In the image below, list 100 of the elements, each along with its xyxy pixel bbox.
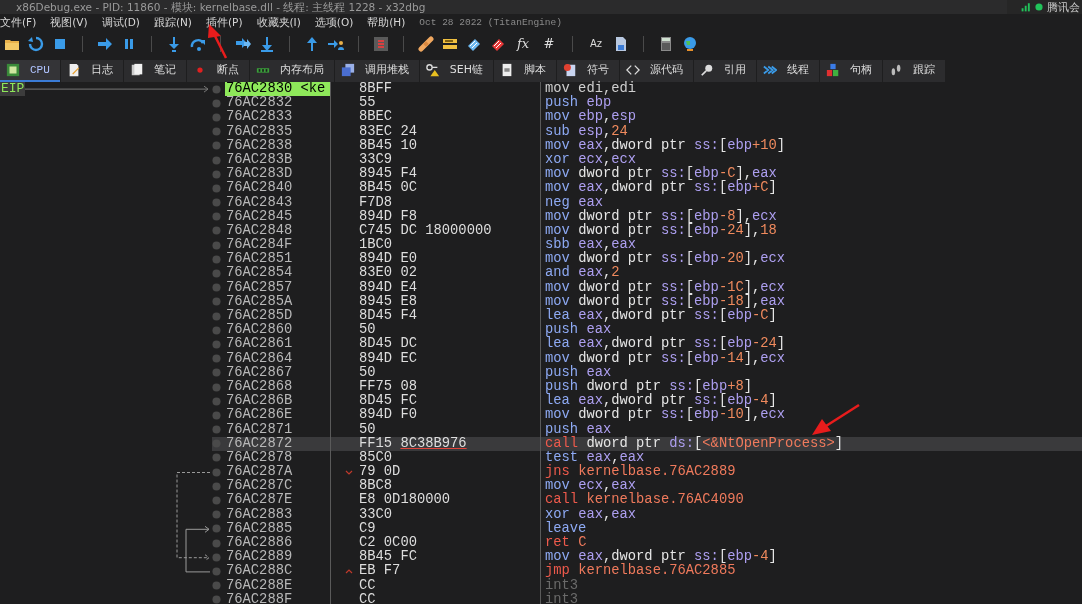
tab[interactable]: 内存布局 [249,60,334,82]
breakpoint-dot[interactable] [212,112,221,122]
code-row[interactable]: 76AC2885 C9 leave [212,521,1082,536]
menu-item[interactable]: 插件(P) [205,14,243,31]
breakpoint-dot[interactable] [212,439,221,449]
breakpoint-dot[interactable] [212,467,221,477]
code-row[interactable]: 76AC287A 79 0D jns kernelbase.76AC2889 [212,465,1082,480]
toolbar-button[interactable]: fx [514,36,532,52]
run-arrow-icon[interactable] [97,36,113,52]
breakpoint-dot[interactable] [212,396,221,406]
breakpoint-dot[interactable] [212,169,221,179]
stop-icon[interactable] [52,36,68,52]
step-down-icon[interactable] [259,36,275,52]
menu-item[interactable]: 调试(D) [101,14,140,31]
breakpoint-dot[interactable] [212,269,221,279]
code-row[interactable]: 76AC288E CC int3 [212,578,1082,593]
breakpoint-dot[interactable] [212,552,221,562]
breakpoint-dot[interactable] [212,297,221,307]
code-row[interactable]: 76AC2845 894D F8 mov dword ptr ss:[ebp-8],ecx [212,209,1082,224]
breakpoint-dot[interactable] [212,212,221,222]
up-arrow-icon[interactable] [304,36,320,52]
breakpoint-dot[interactable] [212,581,221,591]
breakpoint-dot[interactable] [212,325,221,335]
code-row[interactable]: 76AC2861 8D45 DC lea eax,dword ptr ss:[ebp-24] [212,337,1082,352]
breakpoint-dot[interactable] [212,226,221,236]
menu-item[interactable]: 文件(F) [0,14,37,31]
tab[interactable]: 符号 [557,60,620,82]
tab[interactable]: 调用堆栈 [334,60,419,82]
globe-icon[interactable] [682,36,698,52]
breakpoint-dot[interactable] [212,240,221,250]
bookmark-icon[interactable] [490,36,506,52]
menu-item[interactable]: 选项(O) [314,14,354,31]
code-row[interactable]: 76AC286E 894D F0 mov dword ptr ss:[ebp-10],ecx [212,408,1082,423]
breakpoint-dot[interactable] [212,155,221,165]
toolbar-button[interactable]: Aᴢ [587,36,605,52]
breakpoint-dot[interactable] [212,481,221,491]
code-row[interactable]: 76AC2835 83EC 24 sub esp,24 [212,124,1082,139]
bandage-icon[interactable] [418,36,434,52]
tab[interactable]: 句柄 [820,60,883,82]
breakpoint-dot[interactable] [212,183,221,193]
tab[interactable]: CPU [0,60,60,82]
step-over-icon[interactable] [190,36,206,52]
breakpoint-dot[interactable] [212,98,221,108]
breakpoint-dot[interactable] [212,339,221,349]
code-row[interactable]: 76AC2843 F7D8 neg eax [212,195,1082,210]
breakpoint-dot[interactable] [212,198,221,208]
menu-item[interactable]: 视图(V) [50,14,88,31]
breakpoint-dot[interactable] [212,510,221,520]
menu-item[interactable]: 帮助(H) [367,14,406,31]
menu-item[interactable]: 跟踪(N) [153,14,192,31]
code-row[interactable]: 76AC2867 50 push eax [212,365,1082,380]
breakpoint-dot[interactable] [212,141,221,151]
calculator-icon[interactable] [658,36,674,52]
code-row[interactable]: 76AC2854 83E0 02 and eax,2 [212,266,1082,281]
tab[interactable]: 跟踪 [883,60,946,82]
tab[interactable]: 笔记 [123,60,186,82]
tab[interactable]: 日志 [60,60,123,82]
breakpoint-dot[interactable] [212,453,221,463]
file-icon[interactable] [613,36,629,52]
code-row[interactable]: 76AC2857 894D E4 mov dword ptr ss:[ebp-1C],ecx [212,280,1082,295]
code-row[interactable]: 76AC2833 8BEC mov ebp,esp [212,110,1082,125]
breakpoint-dot[interactable] [212,524,221,534]
code-row[interactable]: 76AC2838 8B45 10 mov eax,dword ptr ss:[ebp+10] [212,138,1082,153]
breakpoint-dot[interactable] [212,283,221,293]
script-icon[interactable] [373,36,389,52]
code-row[interactable]: 76AC2840 8B45 0C mov eax,dword ptr ss:[ebp+C] [212,181,1082,196]
code-row[interactable]: 76AC285A 8945 E8 mov dword ptr ss:[ebp-18],eax [212,294,1082,309]
annotation-arrow [812,403,860,435]
code-row[interactable]: 76AC2871 50 push eax [212,422,1082,437]
tab[interactable]: 断点 [186,60,249,82]
breakpoint-dot[interactable] [212,368,221,378]
breakpoint-dot[interactable] [212,354,221,364]
breakpoint-dot[interactable] [212,84,221,94]
breakpoint-dot[interactable] [212,496,221,506]
breakpoint-dot[interactable] [212,382,221,392]
tag-icon[interactable] [466,36,482,52]
code-row[interactable]: 76AC2864 894D EC mov dword ptr ss:[ebp-14],ecx [212,351,1082,366]
toolbar-button[interactable]: # [540,36,558,52]
code-row[interactable]: 76AC287E E8 0D180000 call kernelbase.76AC4090 [212,493,1082,508]
breakpoint-dot[interactable] [212,595,221,604]
breakpoint-dot[interactable] [212,566,221,576]
breakpoint-dot[interactable] [212,410,221,420]
tab[interactable]: 脚本 [494,60,557,82]
code-row[interactable]: 76AC288C EB F7 jmp kernelbase.76AC2885 [212,564,1082,579]
breakpoint-dot[interactable] [212,127,221,137]
breakpoint-dot[interactable] [212,311,221,321]
tab[interactable]: 线程 [757,60,820,82]
code-row[interactable]: 76AC2832 55 push ebp [212,96,1082,111]
menu-item[interactable]: 收藏夹(I) [256,14,301,31]
restart-icon[interactable] [28,36,44,52]
tab[interactable]: 源代码 [620,60,694,82]
code-row[interactable]: 76AC2883 33C0 xor eax,eax [212,507,1082,522]
breakpoint-dot[interactable] [212,425,221,435]
breakpoint-dot[interactable] [212,254,221,264]
tab[interactable]: SEH链 [419,60,494,82]
comment-icon[interactable] [442,36,458,52]
breakpoint-dot[interactable] [212,538,221,548]
tab[interactable]: 引用 [694,60,757,82]
code-row[interactable]: 76AC2872 FF15 8C38B976 call dword ptr ds:[<&NtOpenProcess>] [212,436,1082,451]
code-row[interactable]: 76AC288F CC int3 [212,592,1082,604]
